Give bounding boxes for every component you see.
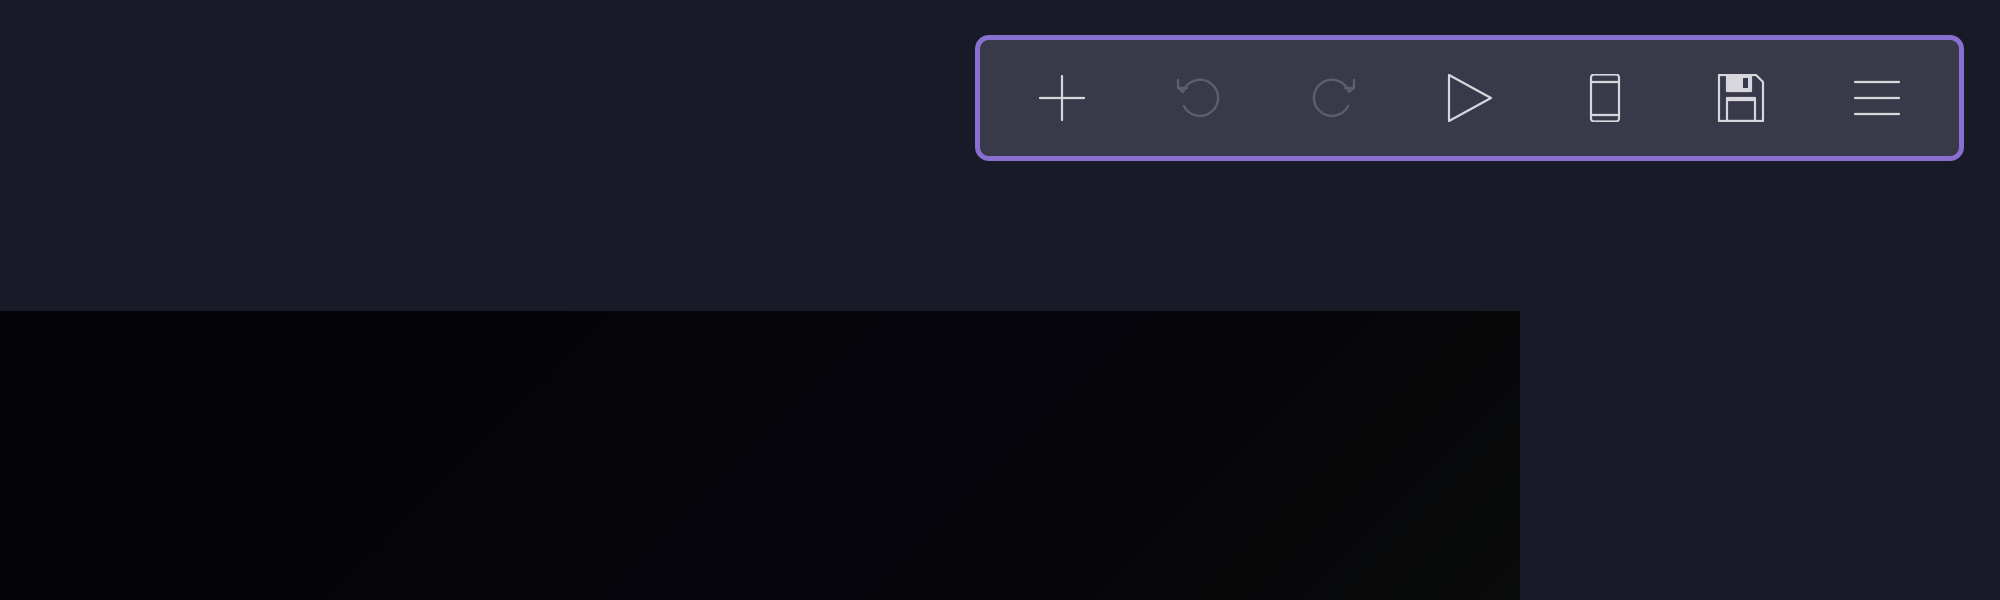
menu-button[interactable]: [1832, 53, 1922, 143]
add-button[interactable]: [1017, 53, 1107, 143]
play-button[interactable]: [1424, 53, 1514, 143]
phone-icon: [1581, 74, 1629, 122]
floppy-disk-icon: [1717, 74, 1765, 122]
device-preview-button[interactable]: [1560, 53, 1650, 143]
editor-window: [0, 0, 2000, 600]
canvas-area[interactable]: [0, 311, 1520, 600]
plus-icon: [1038, 74, 1086, 122]
redo-button[interactable]: [1289, 53, 1379, 143]
play-icon: [1445, 74, 1493, 122]
toolbar: [975, 35, 1964, 161]
hamburger-menu-icon: [1853, 74, 1901, 122]
undo-icon: [1174, 74, 1222, 122]
undo-button[interactable]: [1153, 53, 1243, 143]
save-button[interactable]: [1696, 53, 1786, 143]
redo-icon: [1310, 74, 1358, 122]
